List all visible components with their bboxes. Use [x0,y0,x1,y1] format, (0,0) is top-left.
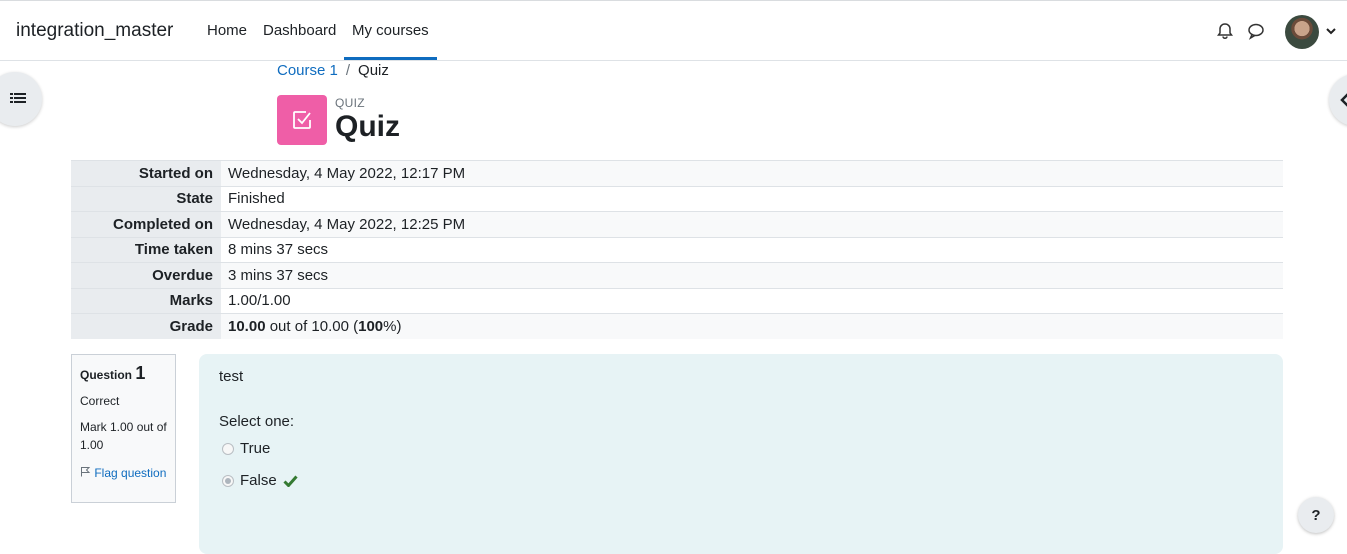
option-label: False [240,472,277,489]
top-navbar: integration_master Home Dashboard My cou… [0,0,1347,61]
nav-home[interactable]: Home [207,22,247,39]
table-row: Marks 1.00/1.00 [71,287,1283,314]
question-number: 1 [135,363,146,383]
row-label: State [71,185,221,212]
site-brand[interactable]: integration_master [16,20,173,42]
row-label: Marks [71,287,221,314]
table-row: Completed on Wednesday, 4 May 2022, 12:2… [71,211,1283,237]
grade-value: 10.00 out of 10.00 (100%) [221,313,1283,339]
course-index-toggle[interactable] [0,72,42,126]
flag-icon [81,467,91,477]
check-icon [283,475,298,487]
quiz-icon [277,95,327,145]
option-label: True [240,440,271,457]
active-tab-indicator [344,57,437,60]
table-row: State Finished [71,185,1283,212]
grade-out-of: out of 10.00 ( [265,318,359,335]
avatar[interactable] [1285,15,1319,49]
chat-icon[interactable] [1247,22,1265,40]
row-value: Wednesday, 4 May 2022, 12:17 PM [221,160,1283,186]
question-info-box: Question 1 Correct Mark 1.00 out of 1.00… [71,354,176,503]
radio-true[interactable] [222,442,234,455]
row-value: 1.00/1.00 [221,287,1283,314]
question-content: test Select one: True False [199,354,1283,554]
row-value: Finished [221,185,1283,212]
question-label: Question [80,368,133,382]
radio-false[interactable] [222,474,234,487]
bell-icon[interactable] [1216,22,1234,40]
question-number-line: Question 1 [80,363,167,384]
answer-option-false[interactable]: False [222,472,298,489]
breadcrumb-separator: / [345,62,351,79]
row-label: Started on [71,160,221,186]
block-drawer-toggle[interactable] [1329,74,1347,126]
row-value: 3 mins 37 secs [221,262,1283,288]
grade-percent: 100 [358,318,384,335]
nav-dashboard[interactable]: Dashboard [263,22,336,39]
attempt-summary-table: Started on Wednesday, 4 May 2022, 12:17 … [71,160,1283,339]
page-title: Quiz [335,110,400,143]
table-row: Started on Wednesday, 4 May 2022, 12:17 … [71,160,1283,186]
row-label: Grade [71,313,221,339]
breadcrumb-course-link[interactable]: Course 1 [277,62,338,79]
question-text: test [219,368,244,385]
answer-prompt: Select one: [219,413,295,430]
breadcrumb-current: Quiz [358,62,389,79]
row-value: 8 mins 37 secs [221,236,1283,263]
table-row: Time taken 8 mins 37 secs [71,236,1283,263]
table-row: Overdue 3 mins 37 secs [71,262,1283,288]
module-type-label: QUIZ [335,96,365,110]
question-mark: Mark 1.00 out of 1.00 [80,420,167,452]
list-icon [10,93,26,103]
nav-my-courses[interactable]: My courses [352,22,429,39]
flag-question-label: Flag question [94,466,167,480]
table-row: Grade 10.00 out of 10.00 (100%) [71,313,1283,339]
row-value: Wednesday, 4 May 2022, 12:25 PM [221,211,1283,237]
row-label: Completed on [71,211,221,237]
row-label: Overdue [71,262,221,288]
grade-score: 10.00 [228,318,266,335]
chevron-down-icon[interactable] [1326,27,1336,35]
breadcrumb: Course 1 / Quiz [277,62,389,79]
flag-question-link[interactable]: Flag question [80,464,167,482]
chevron-left-icon [1340,93,1347,107]
help-button[interactable]: ? [1298,497,1334,533]
grade-suffix: %) [383,318,402,335]
question-state: Correct [80,394,120,408]
row-label: Time taken [71,236,221,263]
answer-option-true[interactable]: True [222,440,270,457]
checkbox-icon [293,111,311,129]
